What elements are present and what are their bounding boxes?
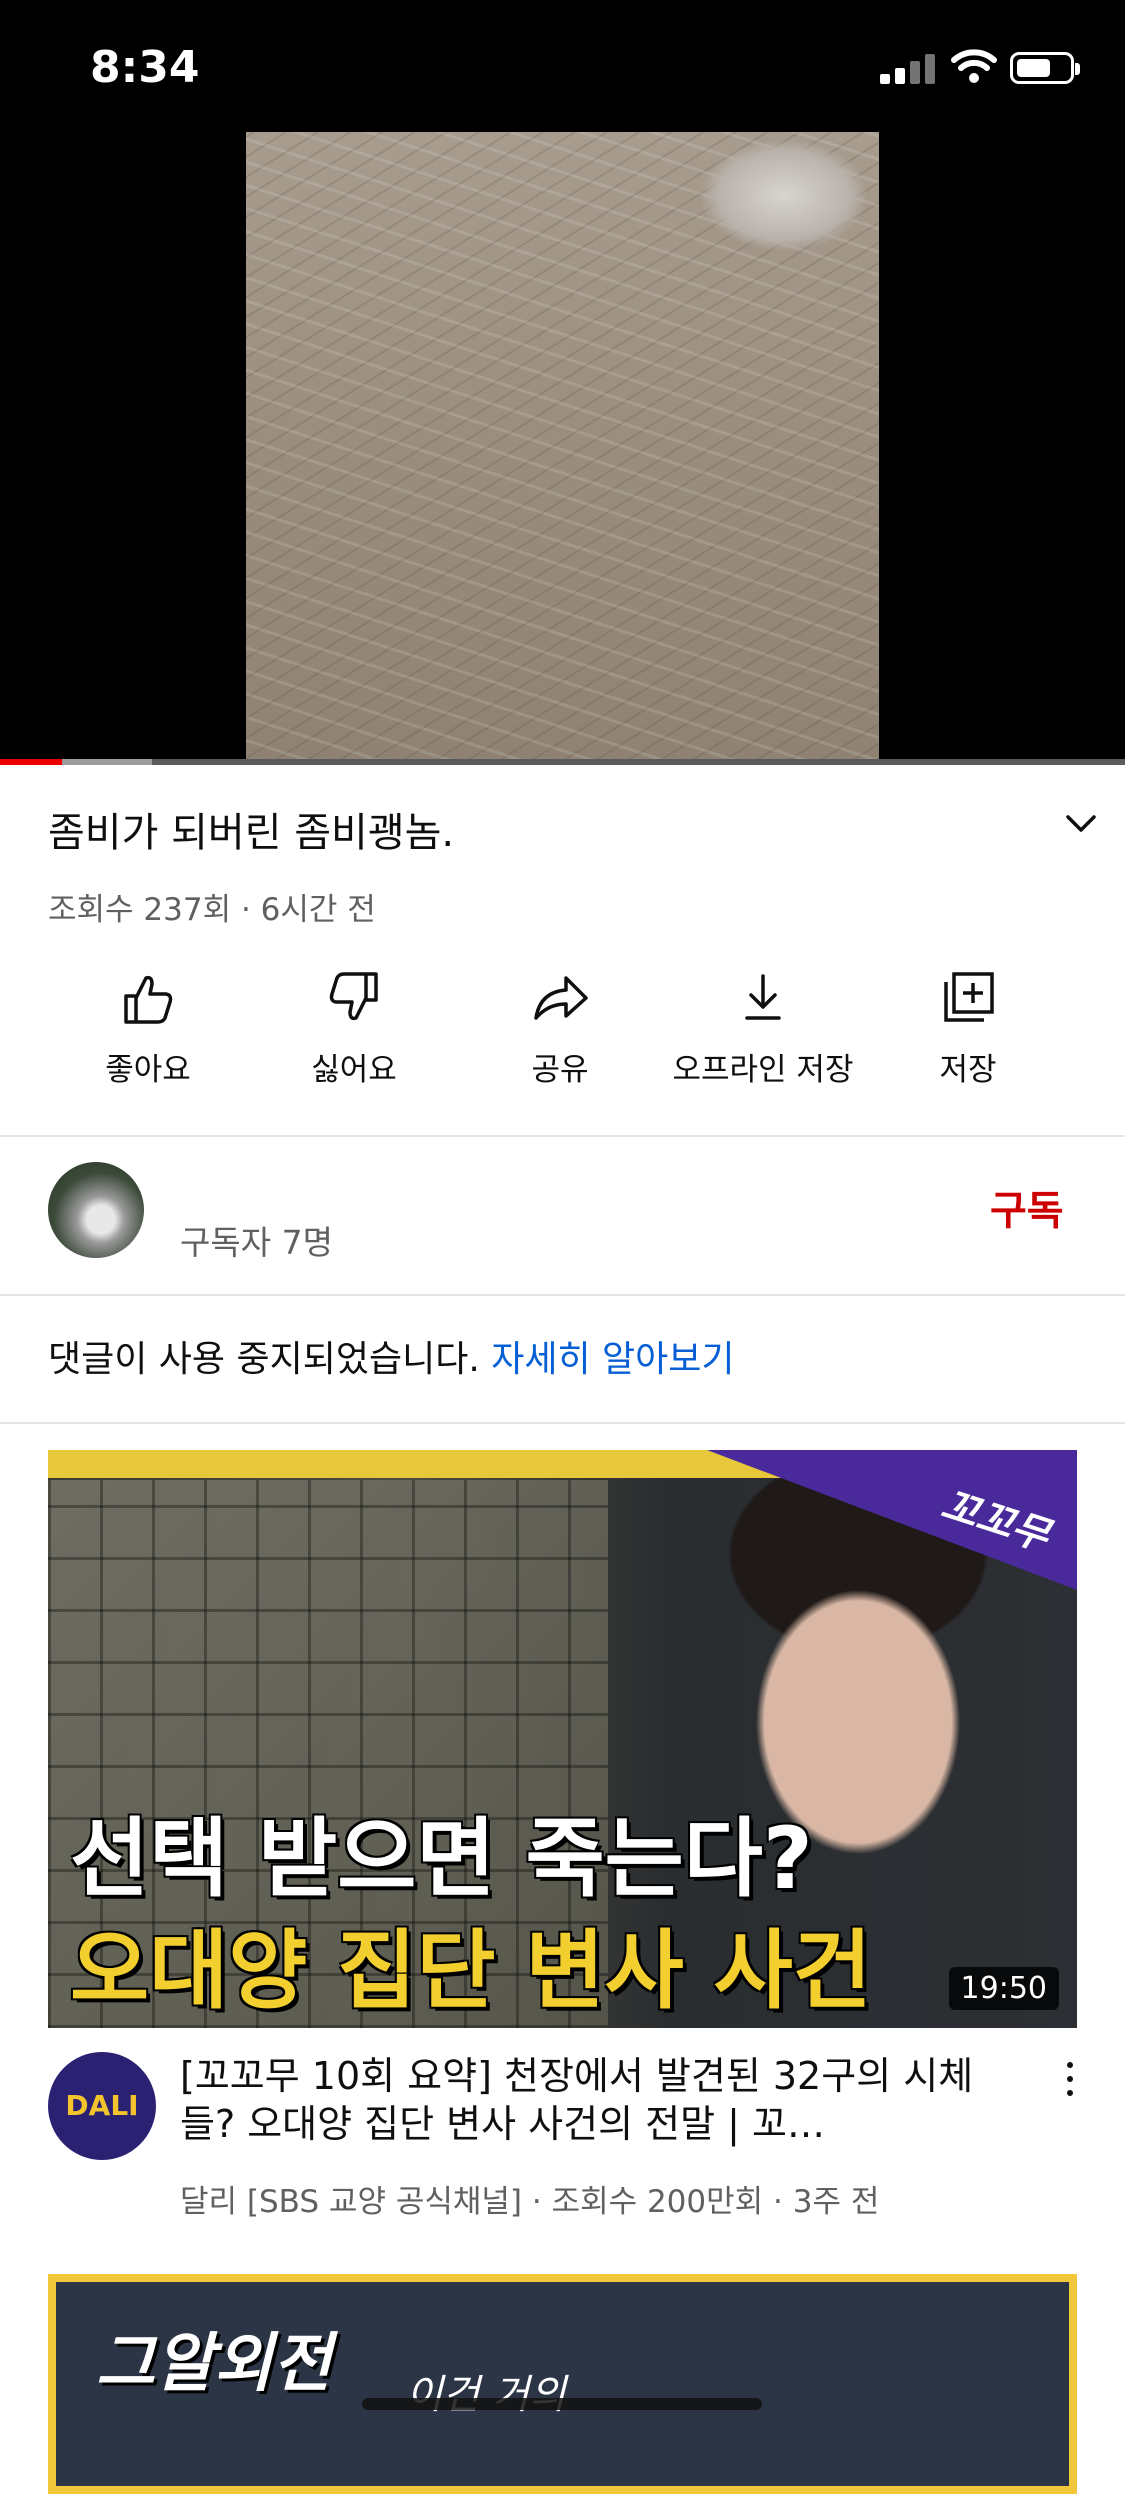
share-icon (534, 976, 588, 1020)
more-options-icon[interactable] (1060, 2062, 1080, 2106)
like-label: 좋아요 (105, 1052, 191, 1088)
comments-disabled-text: 댓글이 사용 중지되었습니다. (48, 1339, 480, 1380)
recommendation-thumbnail[interactable]: 꼬꼬무 선택 받으면 죽는다? 오대양 집단 변사 사건 19:50 (48, 1450, 1077, 2028)
divider (0, 1294, 1125, 1296)
video-meta: 조회수 237회 · 6시간 전 (48, 892, 376, 928)
status-bar: 8:34 (0, 0, 1125, 132)
action-bar: 좋아요 싫어요 공유 오프라인 저장 저장 (0, 968, 1125, 1098)
add-to-playlist-icon (944, 972, 994, 1022)
video-player[interactable] (0, 132, 1125, 765)
video-title: 좀비가 되버린 좀비괭놈. (48, 810, 455, 856)
divider (0, 1135, 1125, 1137)
video-progress-bar[interactable] (0, 759, 1125, 765)
recommendation-channel-avatar[interactable]: DALI (48, 2052, 156, 2160)
thumbnail-caption: 이건 거의 (406, 2372, 566, 2418)
thumbs-up-icon (124, 975, 173, 1024)
subscriber-count: 구독자 7명 (180, 1223, 333, 1262)
thumbnail-logo-text: 그알외전 (96, 2327, 332, 2401)
recommendation-thumbnail[interactable]: 그알외전 이건 거의 (48, 2274, 1077, 2494)
divider (0, 1422, 1125, 1424)
like-button[interactable]: 좋아요 (48, 968, 248, 1089)
save-button[interactable]: 저장 (868, 968, 1068, 1089)
battery-icon (1010, 52, 1080, 84)
thumbs-down-icon (329, 972, 378, 1021)
thumbnail-headline-1: 선택 받으면 죽는다? (70, 1809, 813, 1909)
video-frame[interactable] (246, 132, 879, 765)
dislike-button[interactable]: 싫어요 (254, 968, 454, 1089)
status-time: 8:34 (90, 42, 200, 93)
progress-played (0, 759, 62, 765)
channel-row[interactable]: 구독자 7명 구독 (0, 1138, 1125, 1294)
share-label: 공유 (531, 1052, 589, 1088)
download-label: 오프라인 저장 (672, 1052, 854, 1088)
cellular-signal-icon (880, 52, 938, 84)
comments-section: 댓글이 사용 중지되었습니다. 자세히 알아보기 (48, 1330, 735, 1382)
channel-avatar[interactable] (48, 1162, 144, 1258)
recommendation-title[interactable]: [꼬꼬무 10회 요약] 천장에서 발견된 32구의 시체들? 오대양 집단 변… (180, 2052, 1010, 2148)
share-button[interactable]: 공유 (460, 968, 660, 1089)
save-label: 저장 (939, 1052, 997, 1088)
video-title-row[interactable]: 좀비가 되버린 좀비괭놈. (48, 800, 1078, 858)
subscribe-button[interactable]: 구독 (990, 1178, 1064, 1236)
video-duration-badge: 19:50 (948, 1967, 1059, 2010)
chevron-down-icon[interactable] (1064, 812, 1098, 836)
recommendation-meta: 달리 [SBS 교양 공식채널] · 조회수 200만회 · 3주 전 (180, 2184, 880, 2220)
dislike-label: 싫어요 (311, 1052, 397, 1088)
thumbnail-headline-2: 오대양 집단 변사 사건 (70, 1921, 872, 2021)
download-icon (745, 974, 781, 1020)
download-button[interactable]: 오프라인 저장 (663, 968, 863, 1089)
learn-more-link[interactable]: 자세히 알아보기 (491, 1339, 734, 1380)
wifi-icon (951, 49, 997, 83)
home-indicator[interactable] (362, 2398, 762, 2410)
